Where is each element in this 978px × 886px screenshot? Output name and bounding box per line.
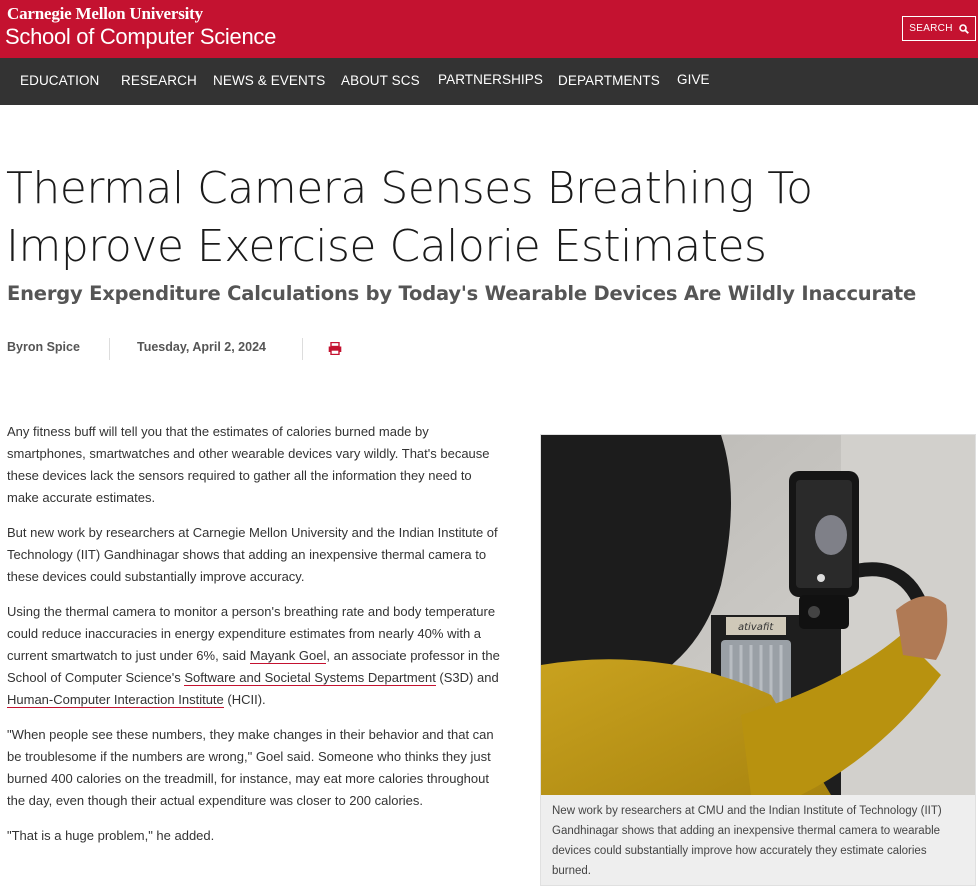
paragraph-text: (S3D) and bbox=[435, 670, 499, 685]
device-brand-label: ativafit bbox=[738, 622, 774, 633]
meta-divider bbox=[302, 338, 303, 360]
article-title-line-1: Thermal Camera Senses Breathing To bbox=[6, 163, 813, 214]
nav-item-education[interactable]: EDUCATION bbox=[20, 73, 99, 88]
paragraph: But new work by researchers at Carnegie … bbox=[7, 525, 498, 584]
main-navigation: EDUCATION RESEARCH NEWS & EVENTS ABOUT S… bbox=[0, 58, 978, 105]
nav-item-departments[interactable]: DEPARTMENTS bbox=[558, 73, 660, 88]
article-figure: ativafit New work by researchers at CMU … bbox=[540, 434, 976, 886]
exercise-bike-photo: ativafit bbox=[541, 435, 975, 795]
article-body: Any fitness buff will tell you that the … bbox=[7, 421, 507, 860]
print-icon[interactable] bbox=[328, 342, 342, 355]
paragraph: "That is a huge problem," he added. bbox=[7, 828, 215, 843]
article-author: Byron Spice bbox=[7, 340, 80, 354]
paragraph: "When people see these numbers, they mak… bbox=[7, 727, 494, 808]
nav-item-news-events[interactable]: NEWS & EVENTS bbox=[213, 73, 325, 88]
figure-caption: New work by researchers at CMU and the I… bbox=[552, 805, 942, 877]
mayank-goel-link[interactable]: Mayank Goel bbox=[249, 648, 327, 664]
search-button-label: SEARCH bbox=[909, 23, 953, 34]
search-button[interactable]: SEARCH bbox=[902, 16, 976, 41]
nav-item-give[interactable]: GIVE bbox=[677, 72, 710, 87]
university-logo-text[interactable]: Carnegie Mellon University bbox=[7, 4, 203, 24]
s3d-link[interactable]: Software and Societal Systems Department bbox=[184, 670, 436, 686]
school-name-link[interactable]: School of Computer Science bbox=[5, 24, 276, 50]
search-icon bbox=[958, 23, 969, 34]
article-photo: ativafit bbox=[541, 435, 975, 795]
site-header: Carnegie Mellon University School of Com… bbox=[0, 0, 978, 58]
hcii-link[interactable]: Human-Computer Interaction Institute bbox=[7, 692, 224, 708]
article-date: Tuesday, April 2, 2024 bbox=[137, 340, 266, 354]
nav-item-partnerships[interactable]: PARTNERSHIPS bbox=[438, 72, 543, 87]
article-subtitle: Energy Expenditure Calculations by Today… bbox=[7, 282, 917, 305]
nav-item-research[interactable]: RESEARCH bbox=[121, 73, 197, 88]
paragraph: Using the thermal camera to monitor a pe… bbox=[7, 601, 507, 711]
article-title-line-2: Improve Exercise Calorie Estimates bbox=[6, 221, 767, 272]
article-title: Thermal Camera Senses Breathing To Impro… bbox=[6, 160, 966, 276]
paragraph: Any fitness buff will tell you that the … bbox=[7, 424, 490, 505]
paragraph-text: (HCII). bbox=[223, 692, 266, 707]
nav-item-about-scs[interactable]: ABOUT SCS bbox=[341, 73, 420, 88]
meta-divider bbox=[109, 338, 110, 360]
